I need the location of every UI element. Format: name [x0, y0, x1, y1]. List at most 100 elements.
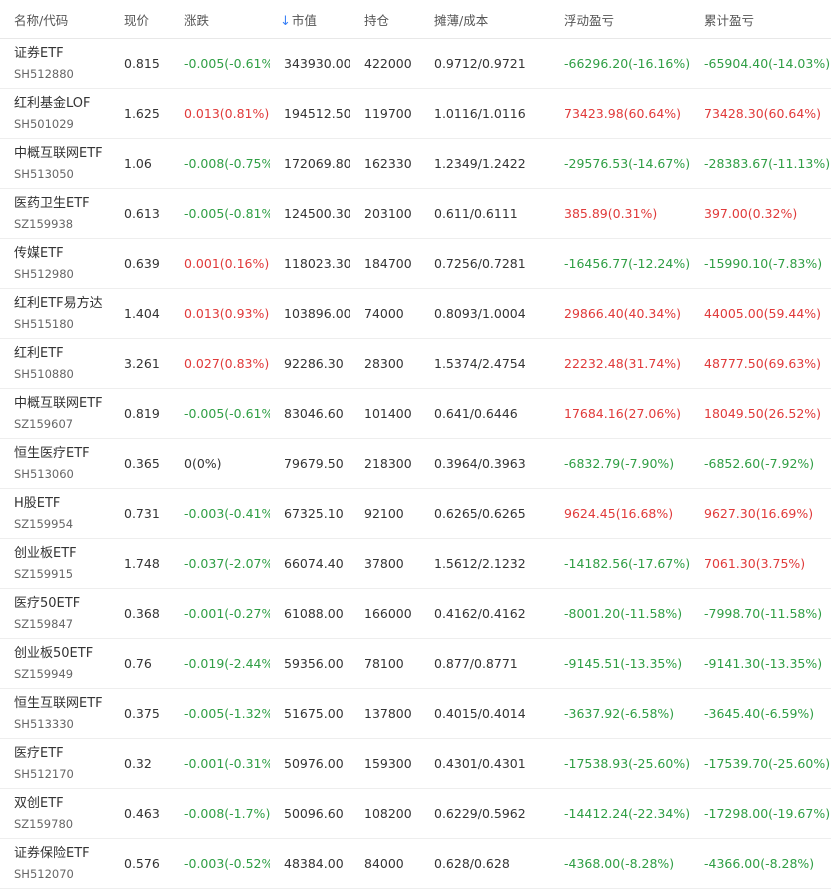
table-row[interactable]: 红利基金LOF SH501029 1.625 0.013(0.81%) 194512.5…: [0, 89, 831, 139]
fund-name-cell[interactable]: 创业板ETF SZ159915: [0, 545, 110, 583]
change-cell: 0.013(0.93%): [184, 306, 270, 321]
fund-name-cell[interactable]: 证券保险ETF SH512070: [0, 845, 110, 883]
column-header-price[interactable]: 现价: [110, 10, 170, 29]
float-pl-cell: 73423.98(60.64%): [564, 106, 682, 121]
fund-name-cell[interactable]: 恒生互联网ETF SH513330: [0, 695, 110, 733]
column-header-float-pl[interactable]: 浮动盈亏: [550, 10, 690, 29]
cost-cell: 0.877/0.8771: [434, 656, 518, 671]
table-row[interactable]: 医药卫生ETF SZ159938 0.613 -0.005(-0.81%) 124500…: [0, 189, 831, 239]
fund-code: SH513330: [14, 716, 74, 731]
fund-name-cell[interactable]: 医药卫生ETF SZ159938: [0, 195, 110, 233]
fund-name-cell[interactable]: 红利基金LOF SH501029: [0, 95, 110, 133]
float-pl-cell: -9145.51(-13.35%): [564, 656, 683, 671]
table-body: 证券ETF SH512880 0.815 -0.005(-0.61%) 343930.0…: [0, 39, 831, 889]
holding-cell: 184700: [364, 256, 412, 271]
table-row[interactable]: 恒生医疗ETF SH513060 0.365 0(0%) 79679.50 218300 0…: [0, 439, 831, 489]
column-header-total-pl[interactable]: 累计盈亏: [690, 10, 831, 29]
market-value-cell: 50096.60: [284, 806, 344, 821]
column-header-name[interactable]: 名称/代码: [0, 10, 110, 29]
fund-name-cell[interactable]: 双创ETF SZ159780: [0, 795, 110, 833]
fund-name-cell[interactable]: 创业板50ETF SZ159949: [0, 645, 110, 683]
fund-name-cell[interactable]: 医疗ETF SH512170: [0, 745, 110, 783]
change-cell: -0.005(-0.61%): [184, 56, 270, 71]
total-pl-cell: -15990.10(-7.83%): [704, 256, 823, 271]
holding-cell: 28300: [364, 356, 404, 371]
float-pl-cell: -3637.92(-6.58%): [564, 706, 675, 721]
fund-name[interactable]: 恒生互联网ETF: [14, 695, 110, 713]
fund-name-cell[interactable]: H股ETF SZ159954: [0, 495, 110, 533]
sort-descending-icon[interactable]: ↓: [280, 14, 291, 29]
market-value-cell: 172069.80: [284, 156, 350, 171]
table-row[interactable]: 红利ETF易方达 SH515180 1.404 0.013(0.93%) 103896.…: [0, 289, 831, 339]
column-header-holding[interactable]: 持仓: [350, 10, 420, 29]
market-value-cell: 124500.30: [284, 206, 350, 221]
market-value-cell: 118023.30: [284, 256, 350, 271]
table-row[interactable]: H股ETF SZ159954 0.731 -0.003(-0.41%) 67325.10…: [0, 489, 831, 539]
fund-name-cell[interactable]: 传媒ETF SH512980: [0, 245, 110, 283]
cost-cell: 0.6229/0.5962: [434, 806, 526, 821]
fund-name-cell[interactable]: 医疗50ETF SZ159847: [0, 595, 110, 633]
total-pl-cell: -7998.70(-11.58%): [704, 606, 823, 621]
table-row[interactable]: 证券保险ETF SH512070 0.576 -0.003(-0.52%) 48384.…: [0, 839, 831, 889]
fund-code: SH515180: [14, 316, 74, 331]
cost-cell: 0.628/0.628: [434, 856, 510, 871]
table-row[interactable]: 医疗ETF SH512170 0.32 -0.001(-0.31%) 50976.00 1…: [0, 739, 831, 789]
table-row[interactable]: 创业板ETF SZ159915 1.748 -0.037(-2.07%) 66074.4…: [0, 539, 831, 589]
cost-cell: 1.2349/1.2422: [434, 156, 526, 171]
column-header-change[interactable]: 涨跌: [170, 10, 270, 29]
cost-cell: 0.3964/0.3963: [434, 456, 526, 471]
fund-name[interactable]: 红利基金LOF: [14, 95, 110, 113]
price-cell: 0.576: [124, 856, 160, 871]
fund-name[interactable]: 恒生医疗ETF: [14, 445, 110, 463]
price-cell: 0.819: [124, 406, 160, 421]
cost-cell: 0.4301/0.4301: [434, 756, 526, 771]
table-row[interactable]: 双创ETF SZ159780 0.463 -0.008(-1.7%) 50096.60 1…: [0, 789, 831, 839]
change-cell: -0.005(-1.32%): [184, 706, 270, 721]
column-header-cost[interactable]: 摊薄/成本: [420, 10, 550, 29]
market-value-cell: 50976.00: [284, 756, 344, 771]
table-header: 名称/代码 现价 涨跌 ↓市值 持仓 摊薄/成本 浮动盈亏 累计盈亏: [0, 0, 831, 39]
fund-name-cell[interactable]: 中概互联网ETF SZ159607: [0, 395, 110, 433]
fund-name[interactable]: 证券保险ETF: [14, 845, 110, 863]
fund-code: SH510880: [14, 366, 74, 381]
fund-name[interactable]: 医疗50ETF: [14, 595, 110, 613]
fund-name[interactable]: 传媒ETF: [14, 245, 110, 263]
fund-name-cell[interactable]: 红利ETF易方达 SH515180: [0, 295, 110, 333]
market-value-cell: 51675.00: [284, 706, 344, 721]
change-cell: -0.005(-0.61%): [184, 406, 270, 421]
table-row[interactable]: 中概互联网ETF SH513050 1.06 -0.008(-0.75%) 172069…: [0, 139, 831, 189]
fund-name[interactable]: 医疗ETF: [14, 745, 110, 763]
table-row[interactable]: 红利ETF SH510880 3.261 0.027(0.83%) 92286.30 28…: [0, 339, 831, 389]
fund-name[interactable]: 中概互联网ETF: [14, 395, 110, 413]
fund-name-cell[interactable]: 红利ETF SH510880: [0, 345, 110, 383]
fund-name[interactable]: 医药卫生ETF: [14, 195, 110, 213]
table-row[interactable]: 证券ETF SH512880 0.815 -0.005(-0.61%) 343930.0…: [0, 39, 831, 89]
fund-name-cell[interactable]: 证券ETF SH512880: [0, 45, 110, 83]
column-header-market-value[interactable]: ↓市值: [270, 10, 350, 29]
fund-name[interactable]: 红利ETF易方达: [14, 295, 110, 313]
table-row[interactable]: 创业板50ETF SZ159949 0.76 -0.019(-2.44%) 59356.…: [0, 639, 831, 689]
change-cell: -0.008(-0.75%): [184, 156, 270, 171]
fund-name[interactable]: H股ETF: [14, 495, 110, 513]
change-cell: 0(0%): [184, 456, 222, 471]
fund-name[interactable]: 红利ETF: [14, 345, 110, 363]
holding-cell: 84000: [364, 856, 404, 871]
fund-name[interactable]: 双创ETF: [14, 795, 110, 813]
fund-name[interactable]: 创业板50ETF: [14, 645, 110, 663]
fund-name[interactable]: 中概互联网ETF: [14, 145, 110, 163]
fund-name-cell[interactable]: 恒生医疗ETF SH513060: [0, 445, 110, 483]
holding-cell: 218300: [364, 456, 412, 471]
table-row[interactable]: 医疗50ETF SZ159847 0.368 -0.001(-0.27%) 61088.…: [0, 589, 831, 639]
price-cell: 0.365: [124, 456, 160, 471]
table-row[interactable]: 恒生互联网ETF SH513330 0.375 -0.005(-1.32%) 51675…: [0, 689, 831, 739]
fund-name-cell[interactable]: 中概互联网ETF SH513050: [0, 145, 110, 183]
fund-name[interactable]: 创业板ETF: [14, 545, 110, 563]
change-cell: 0.013(0.81%): [184, 106, 270, 121]
fund-name[interactable]: 证券ETF: [14, 45, 110, 63]
cost-cell: 0.9712/0.9721: [434, 56, 526, 71]
total-pl-cell: -65904.40(-14.03%): [704, 56, 831, 71]
table-row[interactable]: 中概互联网ETF SZ159607 0.819 -0.005(-0.61%) 83046…: [0, 389, 831, 439]
table-row[interactable]: 传媒ETF SH512980 0.639 0.001(0.16%) 118023.30 1…: [0, 239, 831, 289]
price-cell: 0.76: [124, 656, 152, 671]
holdings-table: 名称/代码 现价 涨跌 ↓市值 持仓 摊薄/成本 浮动盈亏 累计盈亏 证券ETF…: [0, 0, 831, 889]
